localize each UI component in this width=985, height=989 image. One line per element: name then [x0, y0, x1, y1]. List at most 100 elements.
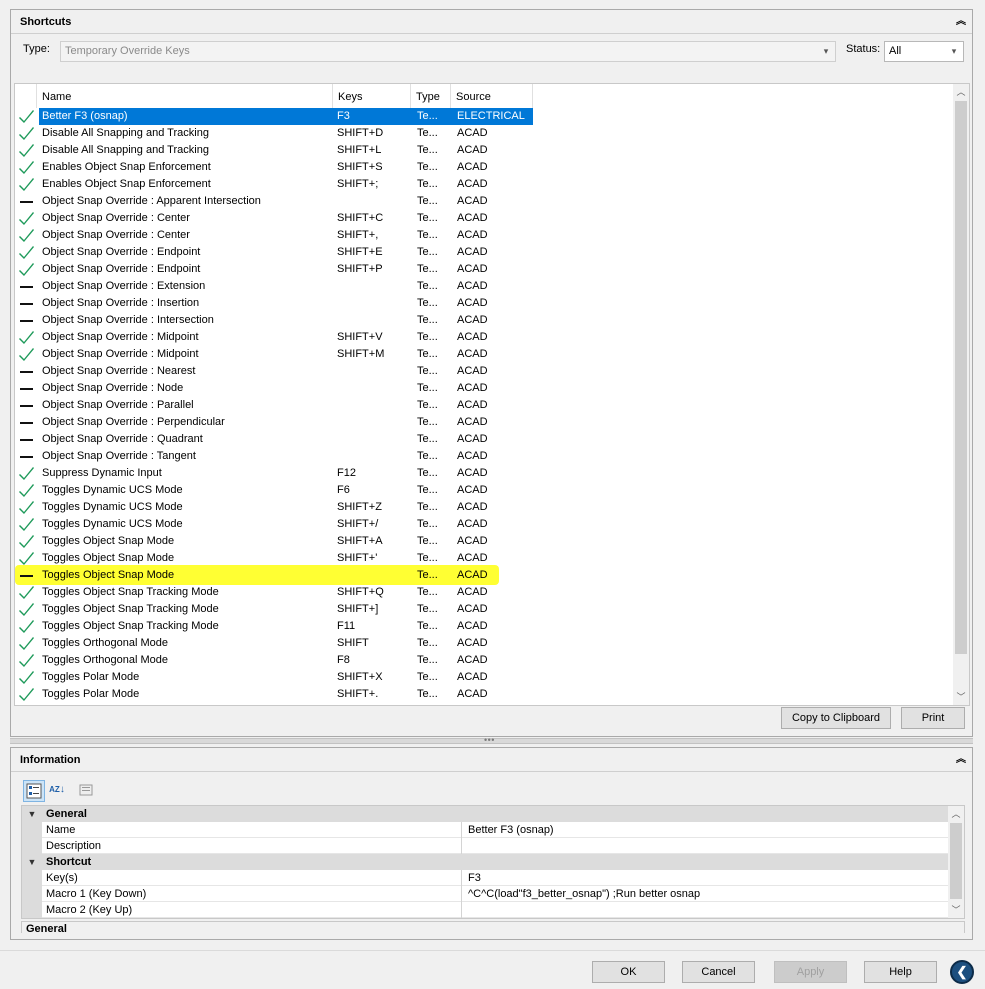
table-row[interactable]: Object Snap Override : Center SHIFT+, Te..… — [15, 227, 955, 244]
type-dropdown[interactable]: Temporary Override Keys ▾ — [60, 41, 836, 62]
property-row-macro1[interactable]: Macro 1 (Key Down) ^C^C(load"f3_better_o… — [22, 886, 948, 902]
row-keys: F12 — [337, 467, 356, 479]
column-name-header[interactable]: Name — [37, 84, 333, 108]
table-row[interactable]: Disable All Snapping and Tracking SHIFT+D… — [15, 125, 955, 142]
table-row[interactable]: Object Snap Override : Endpoint SHIFT+P Te… — [15, 261, 955, 278]
row-name: Enables Object Snap Enforcement — [42, 178, 211, 190]
checkmark-icon — [19, 652, 39, 668]
status-dropdown[interactable]: All ▾ — [884, 41, 964, 62]
scroll-up-icon[interactable]: ︿ — [953, 84, 969, 100]
column-source-header[interactable]: Source — [451, 84, 533, 108]
table-row[interactable]: Object Snap Override : Parallel Te... ACAD — [15, 397, 955, 414]
property-row-macro2[interactable]: Macro 2 (Key Up) — [22, 902, 948, 918]
table-row[interactable]: Toggles Dynamic UCS Mode F6 Te... ACAD — [15, 482, 955, 499]
row-name: Object Snap Override : Tangent — [42, 450, 196, 462]
property-row-description[interactable]: Description — [22, 838, 948, 854]
property-row-keys[interactable]: Key(s) F3 — [22, 870, 948, 886]
checkmark-icon — [19, 159, 39, 175]
table-row[interactable]: Toggles Object Snap Tracking Mode SHIFT+]… — [15, 601, 955, 618]
category-general[interactable]: ▼ General — [22, 806, 948, 822]
row-type: Te... — [417, 620, 438, 632]
help-button[interactable]: Help — [864, 961, 937, 983]
row-name: Object Snap Override : Endpoint — [42, 263, 201, 275]
table-row[interactable]: Object Snap Override : Endpoint SHIFT+E Te… — [15, 244, 955, 261]
table-row[interactable]: Toggles Polar Mode SHIFT+X Te... ACAD — [15, 669, 955, 686]
table-row[interactable]: Toggles Orthogonal Mode F8 Te... ACAD — [15, 652, 955, 669]
property-grid-scrollbar[interactable]: ︿ ﹀ — [948, 806, 964, 918]
categorized-icon[interactable] — [23, 780, 45, 802]
property-pages-icon[interactable] — [75, 780, 97, 802]
scroll-thumb[interactable] — [955, 101, 967, 654]
property-value[interactable]: ^C^C(load"f3_better_osnap") ;Run better … — [468, 886, 700, 902]
table-row[interactable]: Suppress Dynamic Input F12 Te... ACAD — [15, 465, 955, 482]
row-type: Te... — [417, 671, 438, 683]
table-row[interactable]: Enables Object Snap Enforcement SHIFT+S Te… — [15, 159, 955, 176]
table-row[interactable]: Object Snap Override : Apparent Intersec… — [15, 193, 955, 210]
table-row[interactable]: Toggles Dynamic UCS Mode SHIFT+/ Te... ACAD — [15, 516, 955, 533]
table-row[interactable]: Object Snap Override : Quadrant Te... ACAD — [15, 431, 955, 448]
checkmark-icon — [19, 125, 39, 141]
alphabetical-sort-icon[interactable]: AZ↓ — [46, 780, 68, 802]
panel-splitter[interactable]: • • • — [10, 735, 973, 745]
table-row[interactable]: Object Snap Override : Insertion Te... ACA… — [15, 295, 955, 312]
column-type-header[interactable]: Type — [411, 84, 451, 108]
table-row[interactable]: Object Snap Override : Intersection Te...… — [15, 312, 955, 329]
collapse-shortcuts-icon[interactable]: ︽ — [954, 15, 968, 29]
dash-icon — [19, 312, 39, 322]
row-type: Te... — [417, 263, 438, 275]
table-row[interactable]: Toggles Polar Mode SHIFT+. Te... ACAD — [15, 686, 955, 703]
category-shortcut[interactable]: ▼ Shortcut — [22, 854, 948, 870]
table-row[interactable]: Toggles Dynamic UCS Mode SHIFT+Z Te... ACAD — [15, 499, 955, 516]
scroll-down-icon[interactable]: ﹀ — [953, 689, 969, 705]
ok-button[interactable]: OK — [592, 961, 665, 983]
row-source: ACAD — [457, 195, 488, 207]
collapse-information-icon[interactable]: ︽ — [954, 753, 968, 767]
table-row[interactable]: Object Snap Override : Tangent Te... ACAD — [15, 448, 955, 465]
row-keys: F3 — [337, 110, 350, 122]
property-value[interactable]: F3 — [468, 870, 481, 886]
table-row[interactable]: Object Snap Override : Node Te... ACAD — [15, 380, 955, 397]
chevron-down-icon[interactable]: ▼ — [26, 854, 38, 870]
table-row[interactable]: Better F3 (osnap) F3 Te... ELECTRICAL — [15, 108, 955, 125]
table-row[interactable]: Disable All Snapping and Tracking SHIFT+L… — [15, 142, 955, 159]
row-source: ACAD — [457, 501, 488, 513]
table-row[interactable]: Object Snap Override : Midpoint SHIFT+M Te… — [15, 346, 955, 363]
checkmark-icon — [19, 584, 39, 600]
print-button[interactable]: Print — [901, 707, 965, 729]
table-row[interactable]: Toggles Orthogonal Mode SHIFT Te... ACAD — [15, 635, 955, 652]
table-row[interactable]: Enables Object Snap Enforcement SHIFT+; Te… — [15, 176, 955, 193]
table-row[interactable]: Object Snap Override : Perpendicular Te..… — [15, 414, 955, 431]
property-grid[interactable]: ▼ General Name Better F3 (osnap) Descrip… — [21, 805, 965, 919]
dash-icon — [19, 431, 39, 441]
property-value[interactable]: Better F3 (osnap) — [468, 822, 554, 838]
table-row[interactable]: Object Snap Override : Midpoint SHIFT+V Te… — [15, 329, 955, 346]
table-row[interactable]: Object Snap Override : Center SHIFT+C Te..… — [15, 210, 955, 227]
list-scrollbar[interactable]: ︿ ﹀ — [953, 84, 969, 705]
property-row-name[interactable]: Name Better F3 (osnap) — [22, 822, 948, 838]
table-row[interactable]: Toggles Object Snap Tracking Mode F11 Te..… — [15, 618, 955, 635]
table-row[interactable]: Object Snap Override : Extension Te... ACA… — [15, 278, 955, 295]
information-panel: Information ︽ AZ↓ ▼ General Name Better … — [10, 747, 973, 940]
table-row[interactable]: Toggles Object Snap Mode Te... ACAD — [15, 565, 955, 585]
table-row[interactable]: Toggles Object Snap Tracking Mode SHIFT+Q… — [15, 584, 955, 601]
apply-button[interactable]: Apply — [774, 961, 847, 983]
checkmark-icon — [19, 550, 39, 566]
cancel-button[interactable]: Cancel — [682, 961, 755, 983]
scroll-down-icon[interactable]: ﹀ — [948, 902, 964, 918]
column-keys-header[interactable]: Keys — [333, 84, 411, 108]
chevron-down-icon[interactable]: ▼ — [26, 806, 38, 822]
row-name: Toggles Object Snap Tracking Mode — [42, 586, 219, 598]
scroll-thumb[interactable] — [950, 823, 962, 899]
copy-to-clipboard-button[interactable]: Copy to Clipboard — [781, 707, 891, 729]
table-row[interactable]: Object Snap Override : Nearest Te... ACAD — [15, 363, 955, 380]
sort-az-glyph: AZ — [49, 785, 60, 794]
row-keys: SHIFT+D — [337, 127, 384, 139]
shortcuts-list[interactable]: Name Keys Type Source Better F3 (osnap) F… — [14, 83, 970, 706]
collapse-dialog-icon[interactable]: ❮ — [950, 960, 974, 984]
row-keys: SHIFT — [337, 637, 369, 649]
row-gutter — [22, 838, 42, 854]
column-status-header[interactable] — [15, 84, 37, 108]
scroll-up-icon[interactable]: ︿ — [948, 806, 964, 822]
table-row[interactable]: Toggles Object Snap Mode SHIFT+A Te... ACAD — [15, 533, 955, 550]
row-name: Object Snap Override : Center — [42, 212, 190, 224]
